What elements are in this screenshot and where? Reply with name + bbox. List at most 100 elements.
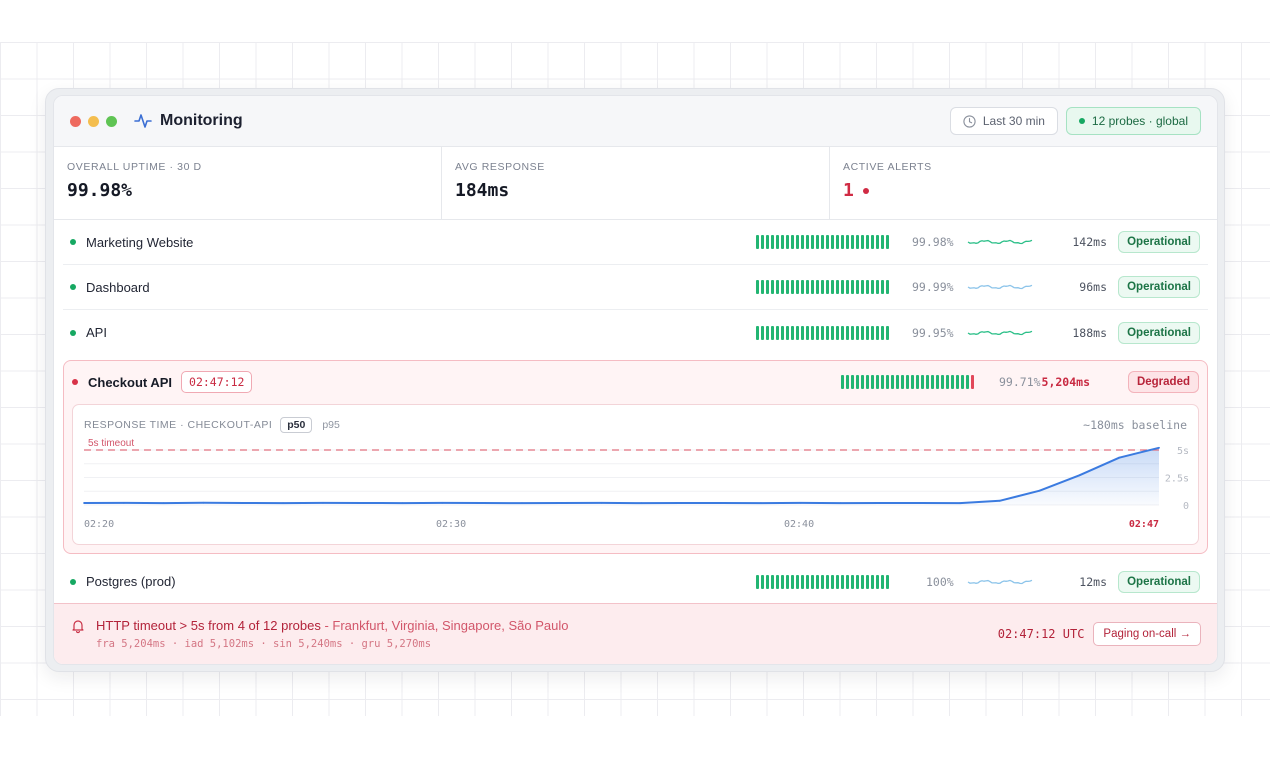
uptime-bar [836, 325, 839, 340]
data-point [361, 502, 364, 504]
uptime-bar [871, 375, 874, 389]
data-point [720, 502, 722, 504]
uptime-bar [776, 325, 779, 340]
uptime-bar [866, 235, 869, 249]
incident-header[interactable]: Checkout API 02:47:12 99.71% 5,204ms Deg… [64, 361, 1207, 403]
status-dot [70, 329, 76, 336]
uptime-bar [806, 280, 809, 294]
status-dot [70, 284, 76, 290]
uptime-bar [821, 280, 824, 294]
uptime-bar [871, 280, 874, 294]
uptime-bar [871, 325, 874, 340]
uptime-bar [756, 280, 759, 294]
service-name: API [86, 325, 107, 340]
probes-status-badge[interactable]: 12 probes · global [1065, 107, 1201, 135]
data-point [760, 502, 762, 504]
minimize-window-button[interactable] [88, 115, 99, 127]
response-sparkline [967, 579, 1033, 584]
uptime-bar [876, 325, 879, 340]
data-point [1158, 446, 1160, 449]
uptime-bar [886, 235, 889, 249]
time-range-button[interactable]: Last 30 min [949, 107, 1058, 135]
uptime-bar [836, 280, 839, 294]
stat-uptime: OVERALL UPTIME · 30 D 99.98% [54, 147, 442, 219]
response-sparkline [967, 330, 1033, 335]
uptime-bar [856, 574, 859, 589]
uptime-bar [791, 235, 794, 249]
uptime-bars [756, 574, 889, 589]
response-time: 96ms [1079, 280, 1107, 294]
timeout-label: 5s timeout [88, 438, 134, 449]
uptime-bar [831, 325, 834, 340]
service-row-dashboard[interactable]: Dashboard 99.99% 96ms Operational [63, 265, 1208, 310]
alert-title: HTTP timeout > 5s from 4 of 12 probes [96, 618, 321, 633]
uptime-bar [806, 574, 809, 589]
uptime-bar [801, 325, 804, 340]
data-point [1078, 474, 1081, 477]
uptime-bar [821, 325, 824, 340]
uptime-bar [841, 325, 844, 340]
uptime-bar [851, 325, 854, 340]
uptime-bar [866, 574, 869, 589]
p95-toggle[interactable]: p95 [322, 419, 340, 431]
incident-panel-checkout-api: Checkout API 02:47:12 99.71% 5,204ms Deg… [63, 360, 1208, 554]
uptime-bar [796, 574, 799, 589]
maximize-window-button[interactable] [106, 115, 117, 127]
sparkline-path [967, 239, 1033, 245]
data-point [799, 502, 802, 504]
uptime-bar [971, 375, 974, 389]
uptime-bar [756, 574, 759, 589]
stat-value: 184ms [455, 180, 510, 201]
uptime-bar [846, 375, 849, 389]
uptime-percent: 99.98% [912, 235, 954, 249]
uptime-bar [776, 574, 779, 589]
sparkline-path [967, 579, 1033, 584]
data-point [83, 502, 85, 504]
service-name: Postgres (prod) [86, 574, 176, 589]
data-point [680, 502, 683, 504]
alert-banner: HTTP timeout > 5s from 4 of 12 probes - … [54, 603, 1217, 664]
activity-icon [134, 112, 152, 130]
paging-on-call-button[interactable]: Paging on-call → [1093, 622, 1201, 646]
uptime-bar [846, 325, 849, 340]
uptime-bar [836, 235, 839, 249]
service-row-postgres[interactable]: Postgres (prod) 100% 12ms Operational [63, 559, 1208, 604]
uptime-bar [916, 375, 919, 389]
uptime-bar [876, 280, 879, 294]
data-point [162, 502, 165, 504]
service-row-api[interactable]: API 99.95% 188ms Operational [63, 310, 1208, 355]
uptime-bar [886, 375, 889, 389]
uptime-percent: 99.95% [912, 325, 954, 340]
chart-title: RESPONSE TIME · CHECKOUT-API [84, 419, 273, 431]
x-tick-label: 02:30 [436, 519, 466, 530]
uptime-bar [826, 325, 829, 340]
status-badge: Operational [1118, 570, 1200, 593]
close-window-button[interactable] [70, 115, 81, 127]
uptime-bar [771, 325, 774, 340]
uptime-bar [956, 375, 959, 389]
uptime-bars [756, 325, 889, 340]
uptime-bar [781, 280, 784, 294]
uptime-bar [861, 574, 864, 589]
uptime-bar [856, 280, 859, 294]
uptime-bar [816, 574, 819, 589]
baseline-label: ~180ms baseline [1083, 418, 1187, 432]
stat-avg-response: AVG RESPONSE 184ms [442, 147, 830, 219]
uptime-bar [761, 235, 764, 249]
response-time-chart: 5s timeout 5s 2.5s 0 02:20 02:30 02:40 02:47 RE… [72, 404, 1199, 545]
uptime-bar [761, 325, 764, 340]
uptime-bar [941, 375, 944, 389]
uptime-bar [796, 235, 799, 249]
alert-text: HTTP timeout > 5s from 4 of 12 probes - … [96, 618, 568, 650]
p50-toggle[interactable]: p50 [280, 417, 313, 433]
uptime-bar [881, 375, 884, 389]
service-row-marketing-website[interactable]: Marketing Website 99.98% 142ms Operation… [63, 220, 1208, 265]
uptime-bar [926, 375, 929, 389]
uptime-bar [801, 280, 804, 294]
data-point [242, 502, 245, 504]
status-badge: Operational [1118, 276, 1200, 298]
uptime-bar [846, 235, 849, 249]
spike-area [959, 447, 1159, 505]
stat-label: OVERALL UPTIME · 30 D [67, 161, 202, 173]
uptime-bar [766, 574, 769, 589]
